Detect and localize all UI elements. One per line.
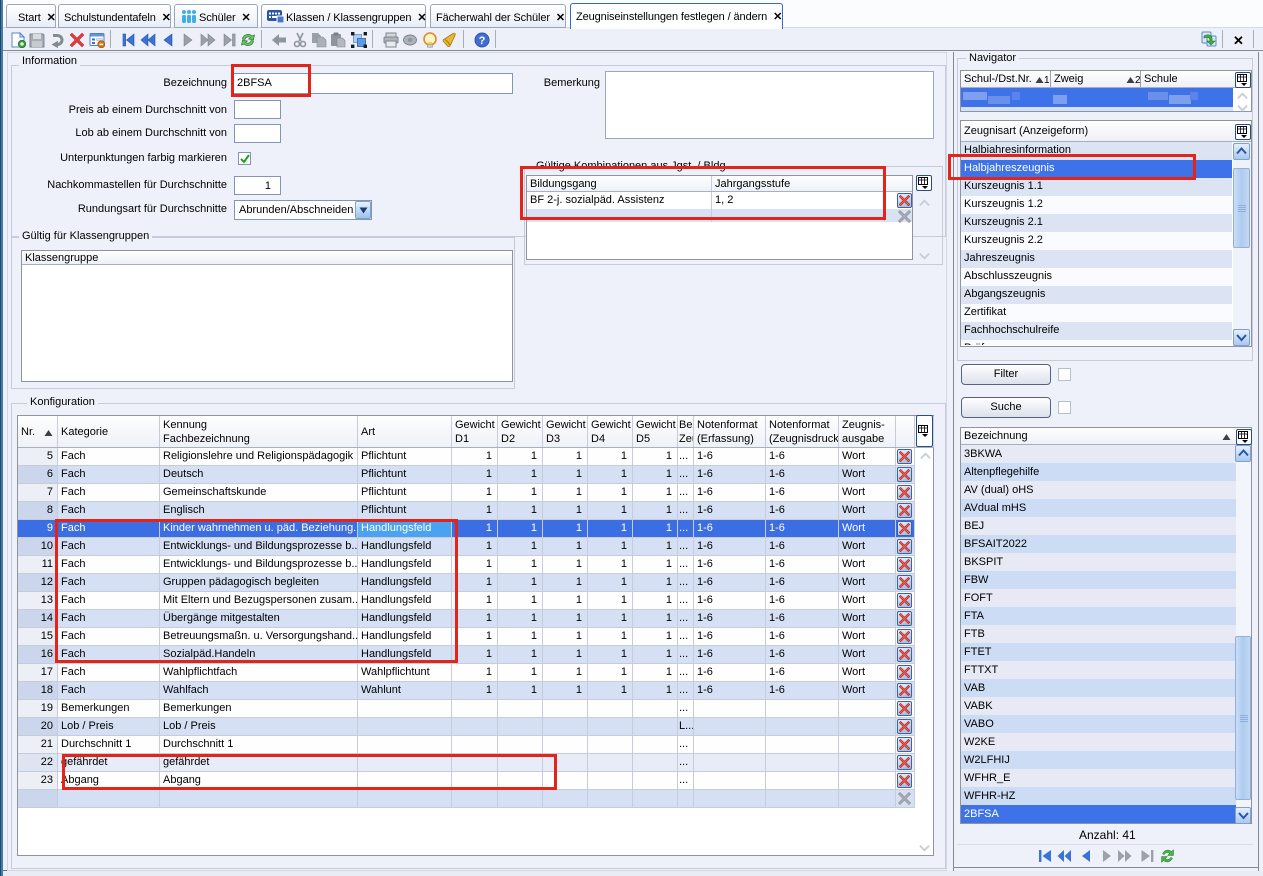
svg-text:?: ?: [479, 35, 486, 47]
